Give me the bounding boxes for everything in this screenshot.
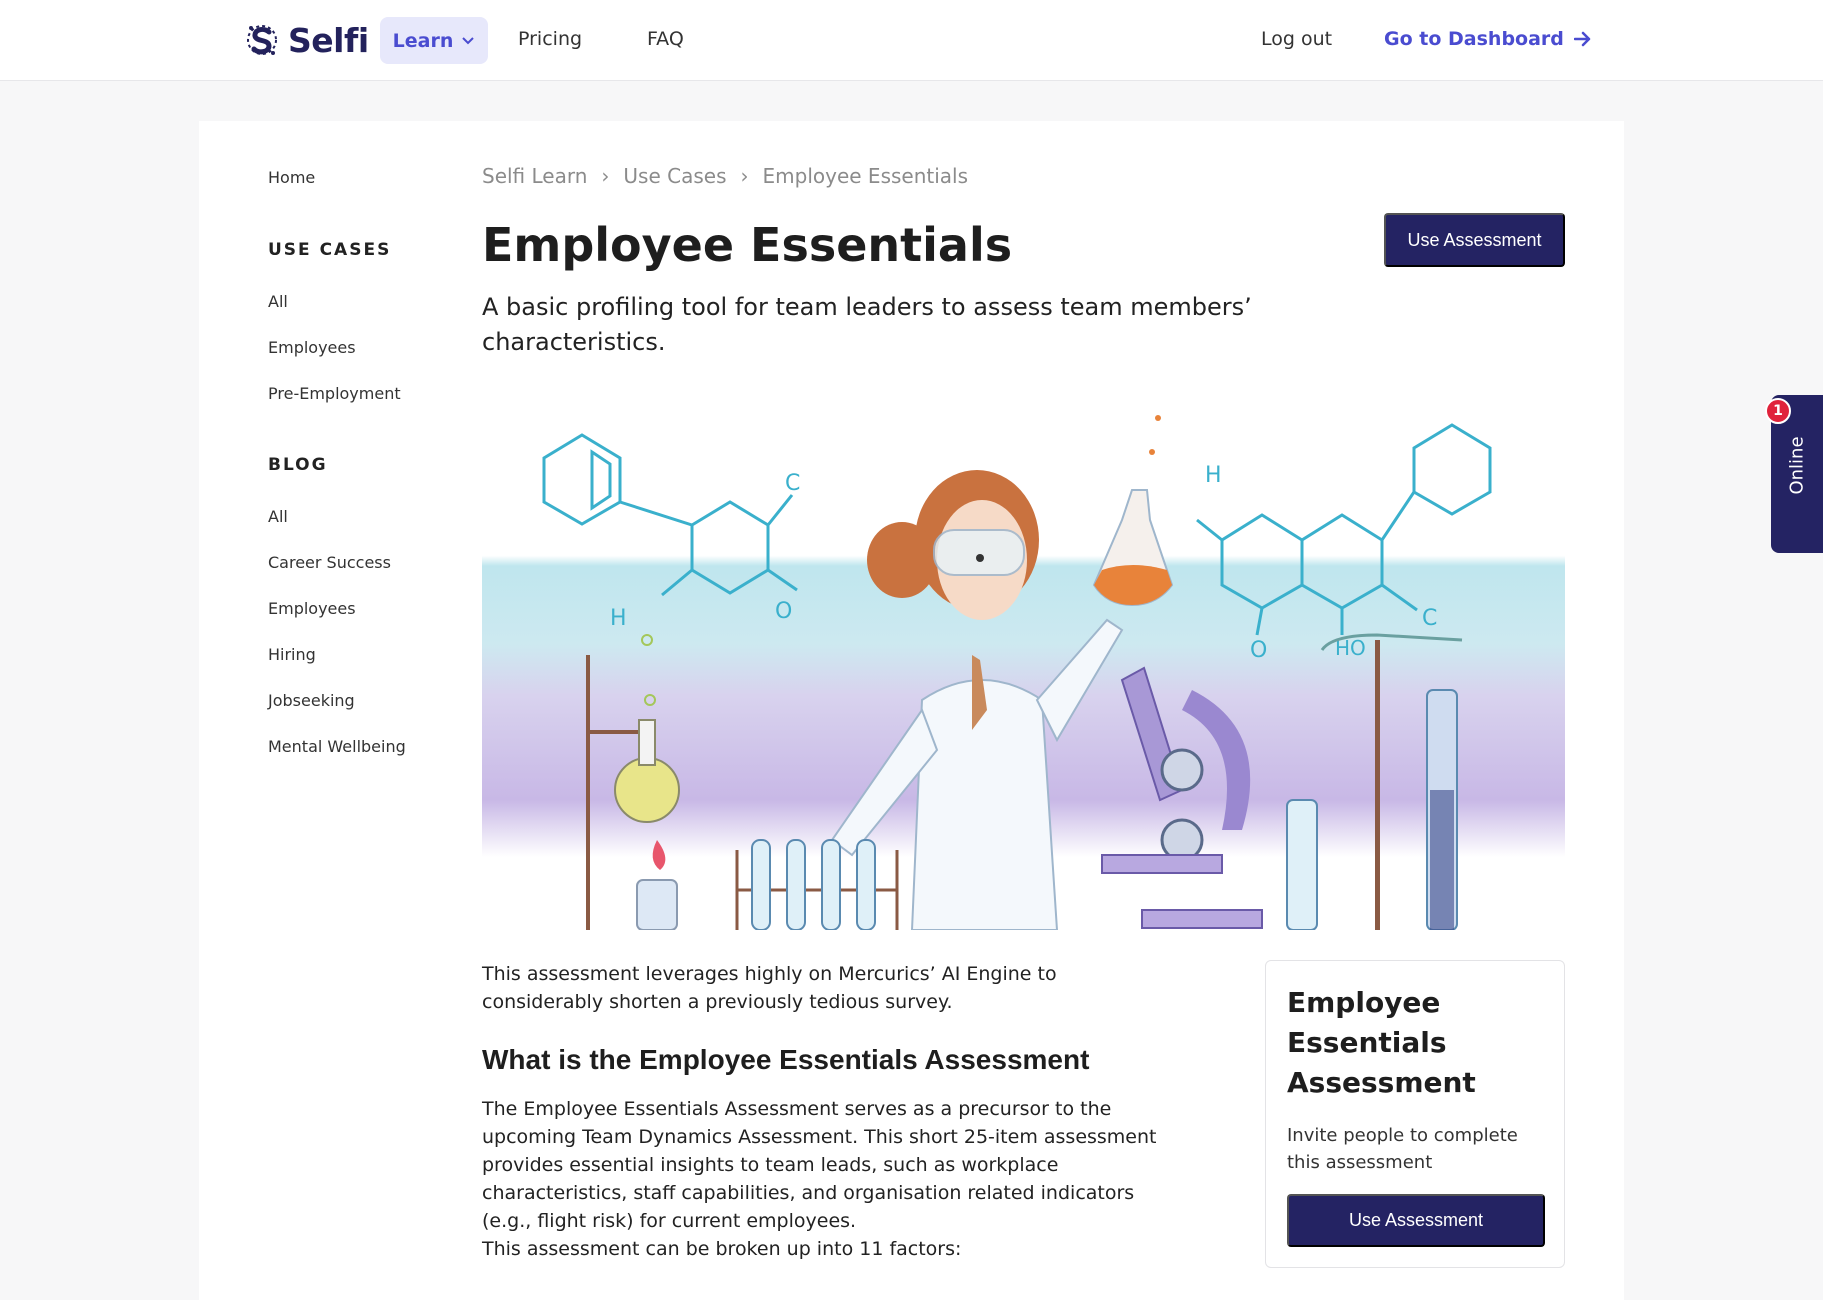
sidebar-blog-heading: BLOG bbox=[268, 455, 328, 475]
go-to-dashboard-link[interactable]: Go to Dashboard bbox=[1384, 28, 1592, 50]
hero-illustration: C O H H O HO C bbox=[482, 410, 1565, 930]
hero-label-h-left: H bbox=[610, 606, 627, 631]
page-subtitle: A basic profiling tool for team leaders … bbox=[482, 293, 1252, 356]
breadcrumb: Selfi Learn › Use Cases › Employee Essen… bbox=[482, 164, 968, 188]
side-card-title: Employee Essentials Assessment bbox=[1287, 986, 1476, 1099]
arrow-right-icon bbox=[1573, 31, 1591, 47]
sidebar-item-blog-employees[interactable]: Employees bbox=[268, 599, 356, 618]
chevron-down-icon bbox=[462, 36, 475, 44]
logo[interactable]: Selfi bbox=[242, 18, 369, 62]
sidebar-item-use-cases-all[interactable]: All bbox=[268, 292, 288, 311]
hero-label-h-right: H bbox=[1205, 463, 1222, 488]
sidebar-item-mental-wellbeing[interactable]: Mental Wellbeing bbox=[268, 737, 406, 756]
section-heading: What is the Employee Essentials Assessme… bbox=[482, 1044, 1090, 1075]
hero-label-c-left: C bbox=[785, 471, 800, 496]
section-body: The Employee Essentials Assessment serve… bbox=[482, 1098, 1157, 1232]
top-navbar: Selfi Learn Pricing FAQ Log out Go to Da… bbox=[0, 0, 1823, 81]
use-assessment-button[interactable]: Use Assessment bbox=[1384, 213, 1565, 267]
hero-label-o-right: O bbox=[1250, 638, 1267, 663]
sidebar-item-use-cases-employees[interactable]: Employees bbox=[268, 338, 356, 357]
breadcrumb-current: Employee Essentials bbox=[762, 164, 969, 188]
breadcrumb-selfi-learn[interactable]: Selfi Learn bbox=[482, 164, 587, 188]
breadcrumb-separator-icon: › bbox=[601, 164, 610, 188]
selfi-logo-icon bbox=[247, 25, 277, 55]
breadcrumb-use-cases[interactable]: Use Cases bbox=[623, 164, 726, 188]
notification-badge: 1 bbox=[1765, 398, 1791, 424]
dashboard-label: Go to Dashboard bbox=[1384, 28, 1564, 50]
online-label: Online bbox=[1786, 436, 1808, 495]
intro-paragraph: This assessment leverages highly on Merc… bbox=[482, 963, 1057, 1013]
nav-faq-link[interactable]: FAQ bbox=[647, 28, 684, 50]
nav-pricing-link[interactable]: Pricing bbox=[518, 28, 582, 50]
sidebar-item-blog-all[interactable]: All bbox=[268, 507, 288, 526]
lab-scientist-illustration: C O H H O HO C bbox=[482, 410, 1565, 930]
hero-label-o-left: O bbox=[775, 599, 792, 624]
sidebar-use-cases-heading: USE CASES bbox=[268, 240, 392, 260]
logo-text: Selfi bbox=[288, 20, 369, 60]
logout-link[interactable]: Log out bbox=[1261, 28, 1332, 50]
sidebar-item-pre-employment[interactable]: Pre-Employment bbox=[268, 384, 401, 403]
sidebar-item-career-success[interactable]: Career Success bbox=[268, 553, 391, 572]
side-card-description: Invite people to complete this assessmen… bbox=[1287, 1125, 1518, 1173]
sidebar-home-link[interactable]: Home bbox=[268, 168, 315, 187]
side-card-use-assessment-button[interactable]: Use Assessment bbox=[1287, 1194, 1545, 1247]
factors-intro: This assessment can be broken up into 11… bbox=[482, 1238, 962, 1260]
sidebar-item-hiring[interactable]: Hiring bbox=[268, 645, 316, 664]
page-title: Employee Essentials bbox=[482, 218, 1013, 272]
nav-learn-dropdown[interactable]: Learn bbox=[380, 17, 488, 64]
sidebar-item-jobseeking[interactable]: Jobseeking bbox=[268, 691, 355, 710]
nav-learn-label: Learn bbox=[392, 29, 454, 52]
breadcrumb-separator-icon: › bbox=[740, 164, 749, 188]
assessment-side-card: Employee Essentials Assessment Invite pe… bbox=[1265, 960, 1565, 1268]
hero-label-c-right: C bbox=[1422, 606, 1437, 631]
